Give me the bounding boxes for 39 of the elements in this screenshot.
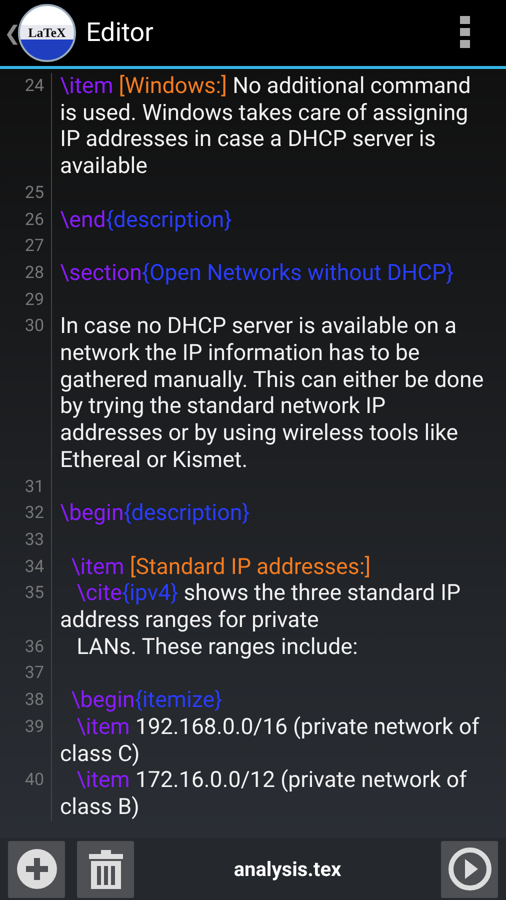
code-line: \item [Standard IP addresses:] [70, 554, 372, 580]
logo-text: LaTeX [28, 25, 66, 41]
line-number: 34 [0, 554, 52, 580]
code-line: \item 192.168.0.0/16 (private network of class C) [60, 714, 480, 768]
code-line: In case no DHCP server is available on a network the IP information has to be gathered manually. This can either be done by trying the standard network IP addresses or by using wireless tools like Ethereal or Kismet. [60, 313, 485, 474]
line-number: 32 [0, 500, 52, 527]
screen-title: Editor [86, 18, 154, 48]
line-number: 24 [0, 73, 52, 180]
line-number: 40 [0, 767, 52, 821]
line-number: 30 [0, 313, 52, 474]
code-line: \end{description} [60, 206, 233, 234]
line-number: 28 [0, 260, 52, 287]
code-line: \item [Windows:] No additional command is used. Windows takes care of assigning IP addresses in case a DHCP server is available [60, 73, 472, 180]
play-icon [448, 847, 492, 891]
code-line: LANs. These ranges include: [76, 634, 359, 660]
file-name: analysis.tex [232, 857, 342, 881]
back-icon[interactable]: ❮ [4, 21, 16, 45]
line-number: 33 [0, 526, 52, 554]
code-line: \begin{itemize} [70, 687, 224, 714]
code-line: \begin{description} [60, 500, 251, 527]
line-number: 27 [0, 233, 52, 260]
line-number: 25 [0, 180, 52, 207]
code-line: \cite{ipv4} shows the three standard IP address ranges for private [60, 580, 462, 634]
code-line: \item 172.16.0.0/12 (private network of class B) [60, 767, 468, 821]
line-number: 37 [0, 660, 52, 688]
app-logo[interactable]: LaTeX [18, 4, 76, 62]
line-number: 31 [0, 474, 52, 500]
overflow-menu-icon[interactable] [460, 16, 472, 50]
line-number: 26 [0, 206, 52, 234]
line-number: 36 [0, 634, 52, 660]
add-button[interactable] [8, 840, 65, 898]
line-number: 39 [0, 714, 52, 768]
delete-button[interactable] [77, 840, 134, 898]
code-line: \section{Open Networks without DHCP} [60, 260, 455, 287]
line-number: 38 [0, 687, 52, 714]
plus-icon [14, 847, 58, 891]
line-number: 35 [0, 580, 52, 634]
line-number: 29 [0, 286, 52, 314]
run-button[interactable] [441, 840, 498, 898]
